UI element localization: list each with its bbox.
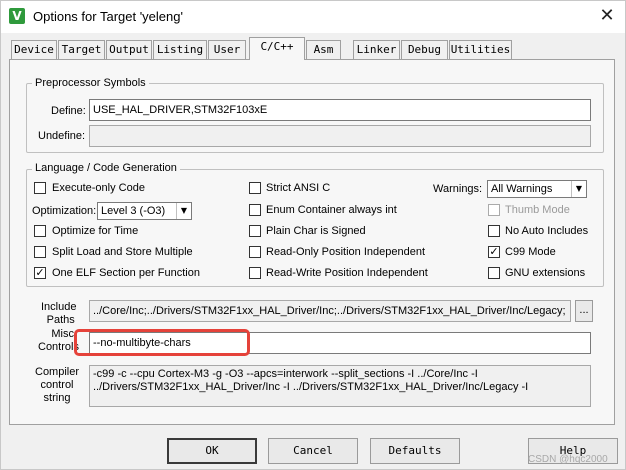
split-load-store-checkbox[interactable]	[34, 246, 46, 258]
rw-position-label: Read-Write Position Independent	[266, 267, 428, 279]
plain-char-label: Plain Char is Signed	[266, 225, 366, 237]
tab-linker[interactable]: Linker	[353, 40, 400, 59]
compiler-string-line1: -c99 -c --cpu Cortex-M3 -g -O3 --apcs=in…	[93, 368, 478, 380]
c99-mode-label: C99 Mode	[505, 246, 556, 258]
strict-ansi-label: Strict ANSI C	[266, 182, 331, 194]
compiler-string-line2: ../Drivers/STM32F1xx_HAL_Driver/Inc -I .…	[93, 381, 529, 393]
misc-label-line2: Controls	[38, 341, 79, 353]
no-auto-includes-label: No Auto Includes	[505, 225, 589, 237]
defaults-button[interactable]: Defaults	[370, 438, 460, 464]
chevron-down-icon: ▼	[176, 203, 191, 219]
keil-uvision-icon: V	[9, 8, 25, 24]
highlight-box	[74, 329, 250, 356]
preprocessor-group-title: Preprocessor Symbols	[32, 77, 149, 89]
optimization-select[interactable]: Level 3 (-O3) ▼	[97, 202, 192, 220]
one-elf-label: One ELF Section per Function	[52, 267, 200, 279]
enum-container-label: Enum Container always int	[266, 204, 397, 216]
gnu-extensions-checkbox[interactable]	[488, 267, 500, 279]
tab-output[interactable]: Output	[106, 40, 152, 59]
tab-target[interactable]: Target	[58, 40, 105, 59]
split-load-store-label: Split Load and Store Multiple	[52, 246, 193, 258]
include-paths-label: Include Paths	[41, 301, 76, 327]
tab-c-cpp[interactable]: C/C++	[249, 37, 305, 60]
window-title: Options for Target 'yeleng'	[33, 9, 183, 24]
cancel-button[interactable]: Cancel	[268, 438, 358, 464]
ok-button[interactable]: OK	[167, 438, 257, 464]
optimize-time-checkbox[interactable]	[34, 225, 46, 237]
title-bar: V Options for Target 'yeleng' ✕	[1, 1, 625, 33]
gnu-extensions-label: GNU extensions	[505, 267, 586, 279]
ro-position-checkbox[interactable]	[249, 246, 261, 258]
thumb-mode-checkbox[interactable]	[488, 204, 500, 216]
tab-device[interactable]: Device	[11, 40, 57, 59]
ro-position-label: Read-Only Position Independent	[266, 246, 425, 258]
include-paths-browse-button[interactable]: ...	[575, 300, 593, 322]
optimize-time-label: Optimize for Time	[52, 225, 139, 237]
misc-controls-label: Misc Controls	[38, 328, 79, 354]
compiler-label-line3: string	[43, 392, 71, 404]
warnings-value: All Warnings	[491, 183, 553, 195]
language-group-title: Language / Code Generation	[32, 162, 180, 174]
tab-debug[interactable]: Debug	[401, 40, 448, 59]
one-elf-checkbox[interactable]: ✓	[34, 267, 46, 279]
include-paths-input[interactable]: ../Core/Inc;../Drivers/STM32F1xx_HAL_Dri…	[89, 300, 571, 322]
optimization-label: Optimization:	[32, 205, 97, 217]
include-label-line1: Include	[41, 301, 77, 313]
c99-mode-checkbox[interactable]: ✓	[488, 246, 500, 258]
options-dialog: V Options for Target 'yeleng' ✕ Device T…	[0, 0, 626, 470]
execute-only-checkbox[interactable]	[34, 182, 46, 194]
rw-position-checkbox[interactable]	[249, 267, 261, 279]
watermark-text: CSDN @hqc2000	[528, 454, 608, 465]
compiler-label-line2: control	[40, 379, 74, 391]
undefine-input[interactable]	[89, 125, 591, 147]
include-label-line2: Paths	[46, 314, 75, 326]
tab-user[interactable]: User	[208, 40, 246, 59]
compiler-label-line1: Compiler	[35, 366, 80, 378]
compiler-control-string[interactable]: -c99 -c --cpu Cortex-M3 -g -O3 --apcs=in…	[89, 365, 591, 407]
enum-container-checkbox[interactable]	[249, 204, 261, 216]
no-auto-includes-checkbox[interactable]	[488, 225, 500, 237]
strict-ansi-checkbox[interactable]	[249, 182, 261, 194]
misc-label-line1: Misc	[51, 328, 74, 340]
warnings-label: Warnings:	[433, 183, 483, 195]
compiler-string-label: Compiler control string	[35, 366, 79, 405]
warnings-select[interactable]: All Warnings ▼	[487, 180, 587, 198]
define-label: Define:	[51, 105, 86, 117]
undefine-label: Undefine:	[38, 130, 86, 142]
tab-listing[interactable]: Listing	[153, 40, 207, 59]
plain-char-checkbox[interactable]	[249, 225, 261, 237]
chevron-down-icon: ▼	[571, 181, 586, 197]
thumb-mode-label: Thumb Mode	[505, 204, 570, 216]
close-icon[interactable]: ✕	[589, 1, 625, 33]
optimization-value: Level 3 (-O3)	[101, 205, 166, 217]
tab-asm[interactable]: Asm	[306, 40, 341, 59]
define-input[interactable]: USE_HAL_DRIVER,STM32F103xE	[89, 99, 591, 121]
tab-utilities[interactable]: Utilities	[449, 40, 512, 59]
execute-only-label: Execute-only Code	[52, 182, 145, 194]
